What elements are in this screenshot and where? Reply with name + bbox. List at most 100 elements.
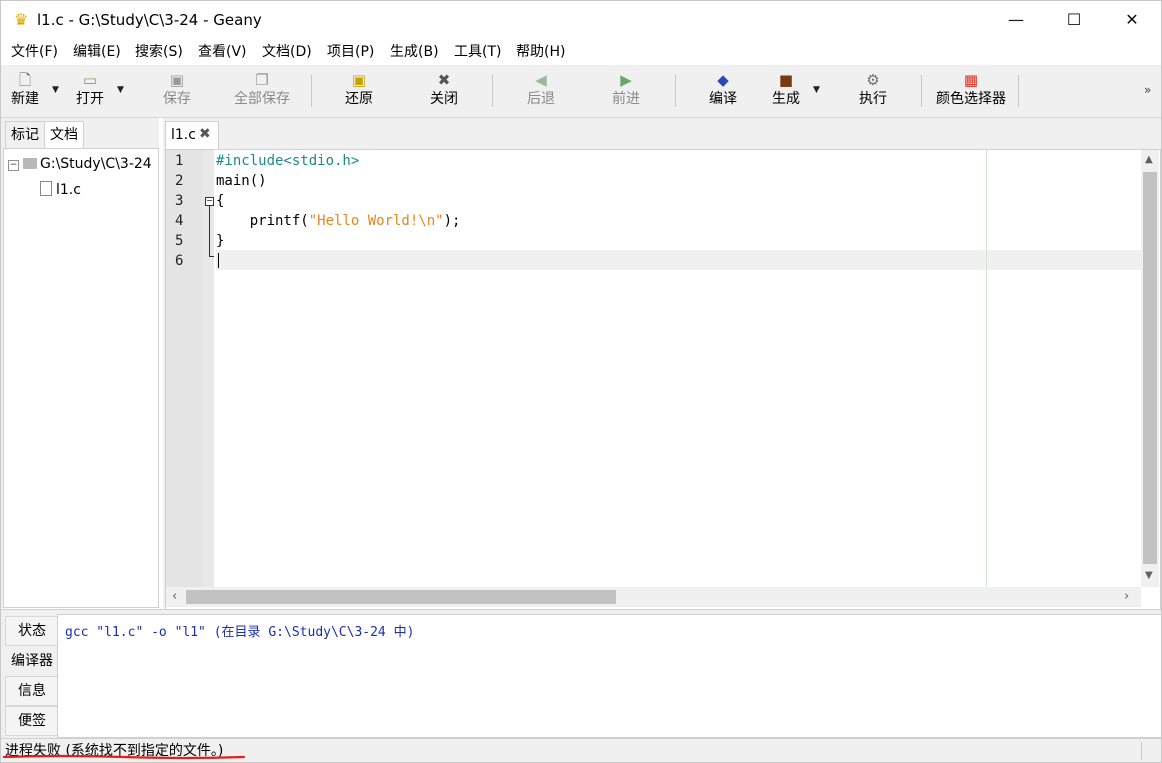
forward-button[interactable]: ▶ 前进 xyxy=(606,69,646,113)
sidebar: 标记 文档 − G:\Study\C\3-24 l1.c xyxy=(1,118,159,608)
code-text[interactable]: #include<stdio.h> main() { printf("Hello… xyxy=(216,150,1141,587)
scroll-left-icon[interactable]: ‹ xyxy=(172,589,177,604)
scroll-right-icon[interactable]: › xyxy=(1124,589,1129,604)
menu-help[interactable]: 帮助(H) xyxy=(516,43,565,61)
compile-button[interactable]: ◆ 编译 xyxy=(703,69,743,113)
tab-compiler[interactable]: 编译器 xyxy=(5,646,59,676)
fold-guide xyxy=(209,206,210,256)
line-number: 4 xyxy=(175,213,184,229)
line-number: 3 xyxy=(175,193,184,209)
open-folder-icon: ▭ xyxy=(82,71,98,89)
scroll-up-icon[interactable]: ▲ xyxy=(1145,154,1153,165)
toolbar-separator xyxy=(1018,75,1019,107)
horizontal-scrollbar[interactable]: ‹ › xyxy=(166,587,1141,607)
tab-documents[interactable]: 文档 xyxy=(44,121,84,148)
line-number: 2 xyxy=(175,173,184,189)
save-all-icon: ❐ xyxy=(255,71,269,89)
message-window: 状态 编译器 信息 便签 gcc "l1.c" -o "l1" (在目录 G:\… xyxy=(1,609,1161,738)
fold-margin xyxy=(202,150,214,587)
file-icon xyxy=(40,181,52,196)
menu-edit[interactable]: 编辑(E) xyxy=(73,43,121,61)
menu-view[interactable]: 查看(V) xyxy=(198,43,247,61)
line-number: 5 xyxy=(175,233,184,249)
open-button[interactable]: ▭ 打开 xyxy=(71,69,109,113)
line-number: 1 xyxy=(175,153,184,169)
editor-tab-label: l1.c xyxy=(171,127,196,143)
geany-window: ♛ l1.c - G:\Study\C\3-24 - Geany — ☐ ✕ 文… xyxy=(0,0,1162,763)
geany-app-icon: ♛ xyxy=(13,10,29,29)
menu-tools[interactable]: 工具(T) xyxy=(454,43,501,61)
menu-build[interactable]: 生成(B) xyxy=(390,43,439,61)
save-icon: ▣ xyxy=(169,71,185,89)
tree-file-label: l1.c xyxy=(56,182,81,198)
open-dropdown-arrow[interactable]: ▼ xyxy=(117,85,124,95)
toolbar: 🗋 新建 ▼ ▭ 打开 ▼ ▣ 保存 ❐ 全部保存 ▣ 还原 ✖ 关闭 ◀ 后退… xyxy=(1,65,1161,118)
menu-project[interactable]: 项目(P) xyxy=(327,43,374,61)
minimize-button[interactable]: — xyxy=(987,1,1045,39)
vertical-scrollbar[interactable]: ▲ ▼ xyxy=(1141,150,1159,587)
revert-button[interactable]: ▣ 还原 xyxy=(339,69,379,113)
tab-messages[interactable]: 信息 xyxy=(5,676,59,706)
code-editor[interactable]: 1 2 3 4 5 6 − #include<stdio.h> main() {… xyxy=(165,149,1161,610)
forward-arrow-icon: ▶ xyxy=(620,71,632,89)
close-file-button[interactable]: ✖ 关闭 xyxy=(424,69,464,113)
code-line-2: main() xyxy=(216,173,267,189)
back-button[interactable]: ◀ 后退 xyxy=(521,69,561,113)
line-number: 6 xyxy=(175,253,184,269)
menu-bar: 文件(F) 编辑(E) 搜索(S) 查看(V) 文档(D) 项目(P) 生成(B… xyxy=(1,39,1161,65)
string-literal: "Hello World!\n" xyxy=(308,213,444,229)
current-line-highlight xyxy=(216,250,1141,270)
toolbar-overflow-icon[interactable]: » xyxy=(1144,83,1151,97)
execute-button[interactable]: ⚙ 执行 xyxy=(853,69,893,113)
menu-search[interactable]: 搜索(S) xyxy=(135,43,183,61)
fold-guide-end xyxy=(209,256,214,257)
editor-area: l1.c ✖ 1 2 3 4 5 6 − #include<stdio.h> m… xyxy=(163,118,1161,610)
compile-icon: ◆ xyxy=(717,71,729,89)
compiler-output[interactable]: gcc "l1.c" -o "l1" (在目录 G:\Study\C\3-24 … xyxy=(57,614,1161,738)
revert-icon: ▣ xyxy=(351,71,367,89)
build-dropdown-arrow[interactable]: ▼ xyxy=(813,85,820,95)
code-line-5: } xyxy=(216,233,225,249)
tab-close-icon[interactable]: ✖ xyxy=(199,126,211,142)
code-token: ); xyxy=(443,213,461,229)
editor-tab[interactable]: l1.c ✖ xyxy=(165,121,219,150)
color-chooser-button[interactable]: ▦ 颜色选择器 xyxy=(931,69,1011,113)
window-title: l1.c - G:\Study\C\3-24 - Geany xyxy=(37,11,262,29)
execute-gears-icon: ⚙ xyxy=(866,71,880,89)
tab-status[interactable]: 状态 xyxy=(5,616,59,646)
code-token: printf( xyxy=(216,213,309,229)
close-x-icon: ✖ xyxy=(437,71,451,89)
title-bar: ♛ l1.c - G:\Study\C\3-24 - Geany — ☐ ✕ xyxy=(1,1,1161,39)
new-dropdown-arrow[interactable]: ▼ xyxy=(52,85,59,95)
tree-folder-row[interactable]: − G:\Study\C\3-24 xyxy=(8,155,152,173)
tree-file-row[interactable]: l1.c xyxy=(40,181,81,199)
toolbar-separator xyxy=(311,75,312,107)
toolbar-separator xyxy=(921,75,922,107)
maximize-button[interactable]: ☐ xyxy=(1045,1,1103,39)
code-line-1: #include<stdio.h> xyxy=(216,153,360,169)
scroll-down-icon[interactable]: ▼ xyxy=(1145,570,1153,581)
build-brick-icon: ■ xyxy=(778,71,794,89)
tab-scribble[interactable]: 便签 xyxy=(5,706,59,736)
horizontal-scroll-thumb[interactable] xyxy=(186,590,616,604)
long-line-marker xyxy=(986,150,987,587)
new-button[interactable]: 🗋 新建 xyxy=(7,69,43,113)
tree-folder-label: G:\Study\C\3-24 xyxy=(40,156,152,172)
toolbar-separator xyxy=(492,75,493,107)
menu-file[interactable]: 文件(F) xyxy=(11,43,58,61)
status-separator xyxy=(1141,742,1142,760)
fold-toggle-icon[interactable]: − xyxy=(205,197,214,206)
folder-icon xyxy=(23,158,37,169)
color-palette-icon: ▦ xyxy=(963,71,979,89)
close-window-button[interactable]: ✕ xyxy=(1103,1,1161,39)
vertical-scroll-thumb[interactable] xyxy=(1143,172,1157,564)
collapse-icon[interactable]: − xyxy=(8,160,19,171)
toolbar-separator xyxy=(675,75,676,107)
back-arrow-icon: ◀ xyxy=(535,71,547,89)
tab-symbols[interactable]: 标记 xyxy=(5,121,45,148)
save-all-button[interactable]: ❐ 全部保存 xyxy=(229,69,295,113)
save-button[interactable]: ▣ 保存 xyxy=(157,69,197,113)
build-button[interactable]: ■ 生成 xyxy=(766,69,806,113)
text-caret xyxy=(218,253,219,268)
menu-document[interactable]: 文档(D) xyxy=(262,43,312,61)
